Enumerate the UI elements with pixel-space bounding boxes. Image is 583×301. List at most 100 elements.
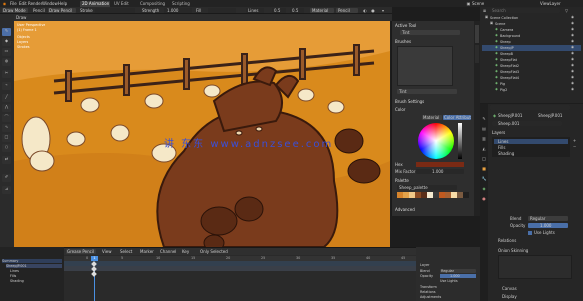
color-mode-attribute[interactable]: Color Attribute [443,115,471,120]
tool-props-icon[interactable]: ✎ [481,116,487,121]
eyedropper-tool[interactable]: ⌁ [2,82,11,90]
visibility-eye-icon[interactable]: ◉ [570,69,575,74]
shading-icon[interactable]: ● [370,8,376,13]
value-slider[interactable] [458,123,462,159]
view-menu[interactable]: Draw [16,15,38,20]
add-layer-icon[interactable]: + [572,138,577,143]
tl-menu-view[interactable]: View [102,249,118,254]
visibility-eye-icon[interactable]: ◉ [570,15,575,20]
visibility-eye-icon[interactable]: ◉ [570,39,575,44]
visibility-eye-icon[interactable]: ◉ [570,63,575,68]
cutter-tool[interactable]: ✂ [2,70,11,78]
tl-adjustments-section[interactable]: Adjustments [420,295,470,299]
object-props-icon[interactable]: ■ [481,166,487,171]
viewport-options-icon[interactable]: ▾ [380,8,386,13]
world-props-icon[interactable]: ◯ [481,156,487,161]
canvas-section[interactable]: Canvas [502,286,542,291]
channel-summary[interactable]: Summary [2,259,62,263]
outliner-item[interactable]: ◈ Pig2 ◉ [482,87,581,93]
opacity-field[interactable]: 1.000 [528,223,568,228]
palette-name-field[interactable]: Sheep_palette [397,185,457,190]
channel-lines[interactable]: Lines [10,269,62,273]
mode-selector[interactable]: Draw Mode [2,8,28,13]
onion-skinning-section[interactable]: Onion Skinning [498,248,548,253]
box-tool[interactable]: □ [2,134,11,142]
tint-tool[interactable]: ◍ [2,58,11,66]
header-object[interactable]: Pencil [33,8,47,13]
properties-search[interactable] [490,105,570,110]
menu-file[interactable]: File [10,1,17,6]
viewport-canvas[interactable]: User Perspective (1) Frame 1 Objects Lay… [14,21,390,247]
menu-render[interactable]: Render [28,1,42,6]
color-mode-material[interactable]: Material [422,115,442,120]
tab-view[interactable] [475,45,479,63]
output-props-icon[interactable]: ▥ [481,136,487,141]
dope-sheet-mode[interactable]: Grease Pencil [66,249,96,254]
visibility-eye-icon[interactable]: ◉ [570,87,575,92]
tab-tool[interactable] [475,25,479,43]
data-name[interactable]: SheepJP.001 [538,113,578,118]
tl-menu-select[interactable]: Select [120,249,138,254]
tl-menu-channel[interactable]: Channel [160,249,180,254]
layers-section[interactable]: Layers [492,130,532,135]
blend-dropdown[interactable]: Regular [528,216,568,221]
measure-tool[interactable]: ⊿ [2,186,11,194]
tool-name[interactable]: Tint [400,30,460,35]
radius-field[interactable] [95,8,135,13]
brush-preview[interactable] [397,46,453,86]
pencil-dropdown[interactable]: Pencil [336,8,358,13]
brush-name[interactable]: Tint [397,89,457,94]
layer-item-shading[interactable]: Shading [494,151,568,156]
annotate-tool[interactable]: ✐ [2,174,11,182]
tl-use-lights[interactable]: Use Lights [440,279,476,283]
color-preview[interactable] [416,162,464,167]
data-props-icon[interactable]: ◈ [481,186,487,191]
dope-sheet-timeline[interactable]: Grease Pencil View Select Marker Channel… [64,247,416,301]
scene-selector[interactable]: Scene [472,1,492,6]
visibility-eye-icon[interactable]: ◉ [570,75,575,80]
visibility-eye-icon[interactable]: ◉ [570,21,575,26]
menu-help[interactable]: Help [58,1,67,6]
line-tool[interactable]: ╱ [2,94,11,102]
object-name[interactable]: SheepJP.001 [498,113,536,118]
tl-opacity-field[interactable]: 1.000 [440,274,476,278]
value-field-1[interactable]: 0.5 [272,8,286,13]
menu-edit[interactable]: Edit [19,1,27,6]
visibility-eye-icon[interactable]: ◉ [570,45,575,50]
polyline-tool[interactable]: ⋀ [2,104,11,112]
palette-swatch[interactable] [463,192,469,198]
outliner-search[interactable]: Search [490,8,560,13]
visibility-eye-icon[interactable]: ◉ [570,57,575,62]
palette-section[interactable]: Palette [395,178,435,183]
modifier-props-icon[interactable]: 🔧 [481,176,487,181]
visibility-eye-icon[interactable]: ◉ [570,27,575,32]
tl-transform-section[interactable]: Transform [420,285,470,289]
relations-section[interactable]: Relations [498,238,548,243]
brushes-section[interactable]: Brushes [395,39,455,44]
remove-layer-icon[interactable]: − [572,144,577,149]
strength-field[interactable]: 1.000 [164,8,192,13]
data-block-field[interactable]: Sheep.001 [492,121,562,126]
menu-window[interactable]: Window [42,1,58,6]
render-props-icon[interactable]: ▤ [481,126,487,131]
tl-relations-section[interactable]: Relations [420,290,470,294]
channel-object[interactable]: SheepJP.001 [6,264,62,268]
tl-menu-key[interactable]: Key [182,249,194,254]
visibility-eye-icon[interactable]: ◉ [570,81,575,86]
display-section[interactable]: Display [502,294,542,299]
advanced-section[interactable]: Advanced [395,207,435,212]
circle-tool[interactable]: ○ [2,144,11,152]
mix-factor-field[interactable]: 1.000 [416,169,464,174]
brush-settings-section[interactable]: Brush Settings [395,99,455,104]
filter-icon[interactable]: ▽ [564,8,569,13]
arc-tool[interactable]: ⌒ [2,114,11,122]
tl-blend-dropdown[interactable]: Regular [440,269,476,273]
brush-selector[interactable]: Draw Pencil [48,8,76,13]
keyframe[interactable] [91,271,97,277]
value-field-2[interactable]: 0.5 [290,8,304,13]
visibility-eye-icon[interactable]: ◉ [570,51,575,56]
material-props-icon[interactable]: ● [481,196,487,201]
layer-field[interactable]: Lines [246,8,264,13]
tl-menu-marker[interactable]: Marker [140,249,158,254]
erase-tool[interactable]: ▭ [2,48,11,56]
